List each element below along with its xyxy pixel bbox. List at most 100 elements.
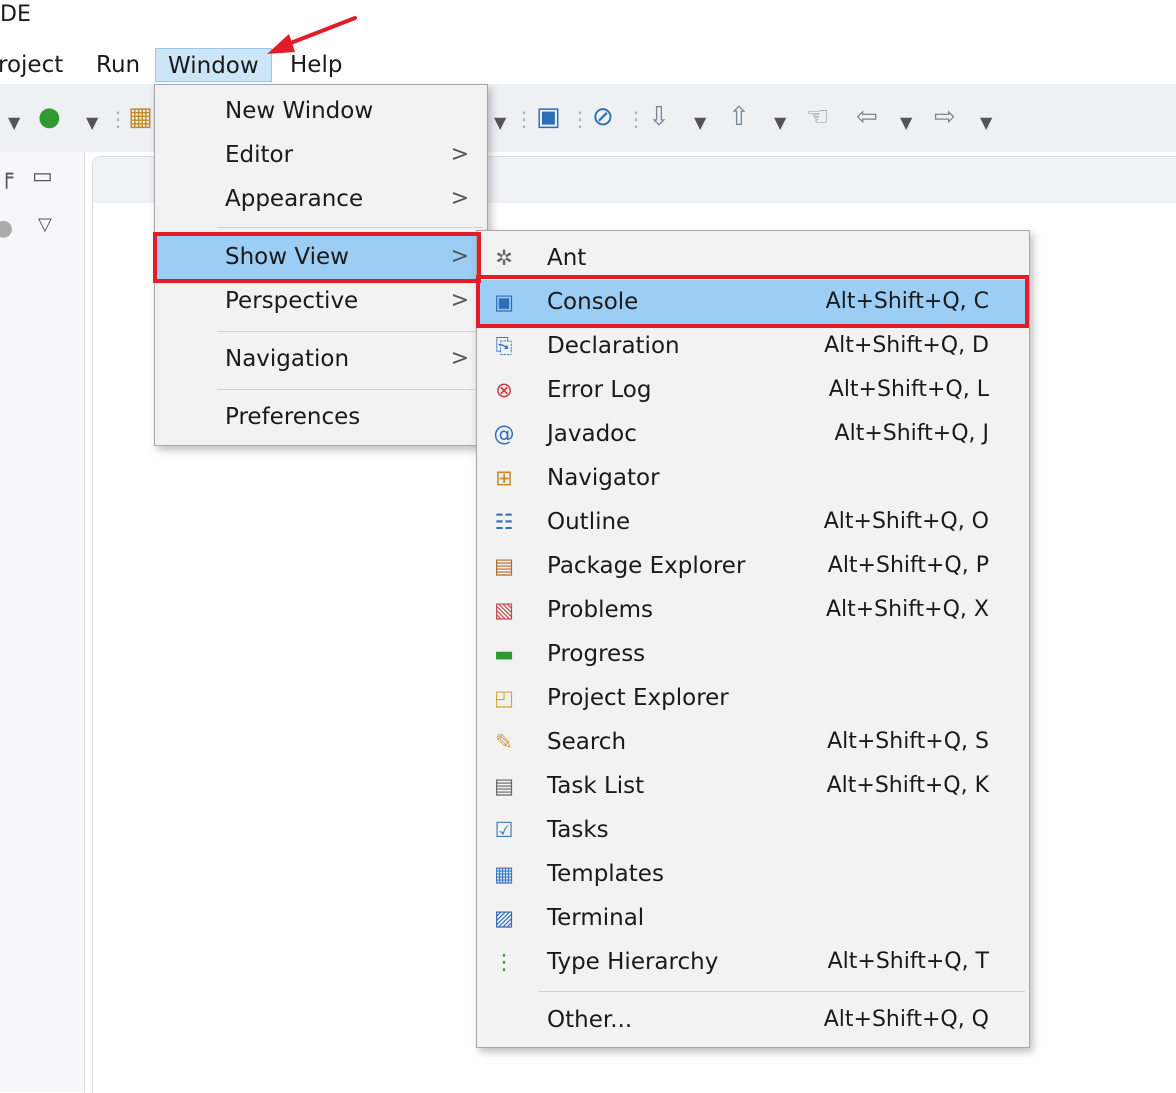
menu-item-navigation[interactable]: Navigation > xyxy=(155,337,487,381)
dropdown-icon[interactable]: ▼ xyxy=(694,108,706,138)
menu-item-label: Editor xyxy=(225,142,294,168)
shortcut-text: Alt+Shift+Q, X xyxy=(825,597,989,622)
menu-item-editor[interactable]: Editor > xyxy=(155,133,487,177)
dot-icon: ● xyxy=(0,216,14,241)
submenu-item-label: Package Explorer xyxy=(547,553,746,579)
menu-item-appearance[interactable]: Appearance > xyxy=(155,177,487,221)
annotation-box-console xyxy=(476,275,1029,328)
outline-icon: ☷ xyxy=(494,510,514,534)
ant-icon: ✲ xyxy=(495,246,513,270)
submenu-item-project-explorer[interactable]: ◰ Project Explorer xyxy=(477,676,1029,720)
menu-item-preferences[interactable]: Preferences xyxy=(155,395,487,439)
back-icon[interactable]: ⇦ xyxy=(856,102,878,132)
submenu-item-ant[interactable]: ✲ Ant xyxy=(477,236,1029,280)
menu-item-label: Perspective xyxy=(225,288,359,314)
forward-icon[interactable]: ⇨ xyxy=(934,102,956,132)
submenu-item-label: Navigator xyxy=(547,465,660,491)
templates-icon: ▦ xyxy=(494,862,514,886)
menu-run[interactable]: Run xyxy=(84,48,152,82)
shortcut-text: Alt+Shift+Q, D xyxy=(824,333,989,358)
submenu-item-label: Other... xyxy=(547,1007,633,1033)
maximize-icon[interactable]: ▭ xyxy=(32,164,53,189)
shortcut-text: Alt+Shift+Q, S xyxy=(827,729,989,754)
progress-icon: ▬ xyxy=(494,642,514,666)
shortcut-text: Alt+Shift+Q, O xyxy=(823,509,989,534)
navigator-icon: ⊞ xyxy=(495,466,513,490)
menu-separator xyxy=(217,227,483,228)
submenu-item-label: Task List xyxy=(547,773,645,799)
window-title: DE xyxy=(0,2,31,27)
menu-project[interactable]: roject xyxy=(0,48,75,82)
submenu-item-javadoc[interactable]: @ Javadoc Alt+Shift+Q, J xyxy=(477,412,1029,456)
submenu-item-progress[interactable]: ▬ Progress xyxy=(477,632,1029,676)
last-edit-icon[interactable]: ☜ xyxy=(806,102,829,132)
dropdown-icon[interactable]: ▼ xyxy=(980,108,992,138)
shortcut-text: Alt+Shift+Q, L xyxy=(828,377,989,402)
submenu-item-search[interactable]: ✎ Search Alt+Shift+Q, S xyxy=(477,720,1029,764)
dropdown-icon[interactable]: ▼ xyxy=(494,108,506,138)
view-menu-icon[interactable]: ▽ xyxy=(38,214,52,235)
dropdown-icon[interactable]: ▼ xyxy=(86,108,98,138)
dropdown-icon[interactable]: ▼ xyxy=(8,108,20,138)
menu-item-label: Preferences xyxy=(225,404,361,430)
submenu-item-label: Progress xyxy=(547,641,646,667)
menu-item-label: Navigation xyxy=(225,346,350,372)
submenu-item-problems[interactable]: ▧ Problems Alt+Shift+Q, X xyxy=(477,588,1029,632)
task-list-icon: ▤ xyxy=(494,774,514,798)
package-icon[interactable]: ▦ xyxy=(128,102,153,132)
problems-icon: ▧ xyxy=(494,598,514,622)
toolbar-separator: ⋮ xyxy=(626,107,646,131)
left-view-panel: ╒ ▭ ● ▽ xyxy=(0,152,85,1092)
type-hierarchy-icon: ⋮ xyxy=(493,950,515,974)
submenu-item-navigator[interactable]: ⊞ Navigator xyxy=(477,456,1029,500)
toolbar-separator: ⋮ xyxy=(570,107,590,131)
submenu-item-templates[interactable]: ▦ Templates xyxy=(477,852,1029,896)
previous-annotation-icon[interactable]: ⇧ xyxy=(728,102,750,132)
chevron-right-icon: > xyxy=(450,288,469,313)
submenu-item-outline[interactable]: ☷ Outline Alt+Shift+Q, O xyxy=(477,500,1029,544)
submenu-item-other[interactable]: Other... Alt+Shift+Q, Q xyxy=(477,998,1029,1042)
pin-icon[interactable]: ⊘ xyxy=(592,102,614,132)
declaration-icon: ⎘ xyxy=(495,334,513,358)
dropdown-icon[interactable]: ▼ xyxy=(774,108,786,138)
dropdown-icon[interactable]: ▼ xyxy=(900,108,912,138)
console-icon[interactable]: ▣ xyxy=(536,102,561,132)
menu-item-perspective[interactable]: Perspective > xyxy=(155,279,487,323)
submenu-item-label: Search xyxy=(547,729,627,755)
menu-item-new-window[interactable]: New Window xyxy=(155,89,487,133)
submenu-item-tasks[interactable]: ☑ Tasks xyxy=(477,808,1029,852)
next-annotation-icon[interactable]: ⇩ xyxy=(648,102,670,132)
annotation-arrow xyxy=(267,16,357,54)
submenu-item-declaration[interactable]: ⎘ Declaration Alt+Shift+Q, D xyxy=(477,324,1029,368)
minimize-icon[interactable]: ╒ xyxy=(0,164,13,189)
package-explorer-icon: ▤ xyxy=(494,554,514,578)
submenu-item-label: Problems xyxy=(547,597,654,623)
menu-item-label: Appearance xyxy=(225,186,364,212)
submenu-item-terminal[interactable]: ▨ Terminal xyxy=(477,896,1029,940)
chevron-right-icon: > xyxy=(450,346,469,371)
submenu-item-task-list[interactable]: ▤ Task List Alt+Shift+Q, K xyxy=(477,764,1029,808)
terminal-icon: ▨ xyxy=(494,906,514,930)
submenu-item-error-log[interactable]: ⊗ Error Log Alt+Shift+Q, L xyxy=(477,368,1029,412)
toolbar-separator: ⋮ xyxy=(108,107,128,131)
project-explorer-icon: ◰ xyxy=(494,686,514,710)
run-icon[interactable]: ● xyxy=(38,102,61,132)
submenu-item-package-explorer[interactable]: ▤ Package Explorer Alt+Shift+Q, P xyxy=(477,544,1029,588)
toolbar-separator: ⋮ xyxy=(514,107,534,131)
annotation-box-show-view xyxy=(153,232,481,283)
submenu-item-type-hierarchy[interactable]: ⋮ Type Hierarchy Alt+Shift+Q, T xyxy=(477,940,1029,984)
menu-bar: roject Run Window Help xyxy=(0,44,1176,84)
shortcut-text: Alt+Shift+Q, P xyxy=(827,553,989,578)
submenu-item-label: Type Hierarchy xyxy=(547,949,719,975)
error-log-icon: ⊗ xyxy=(495,378,513,402)
submenu-item-label: Terminal xyxy=(547,905,645,931)
menu-separator xyxy=(217,331,483,332)
tasks-icon: ☑ xyxy=(494,818,514,842)
submenu-item-label: Declaration xyxy=(547,333,680,359)
javadoc-icon: @ xyxy=(493,422,515,446)
submenu-item-label: Project Explorer xyxy=(547,685,729,711)
shortcut-text: Alt+Shift+Q, J xyxy=(834,421,989,446)
menu-separator xyxy=(217,389,483,390)
search-icon: ✎ xyxy=(495,730,513,754)
show-view-submenu: ✲ Ant ▣ Console Alt+Shift+Q, C ⎘ Declara… xyxy=(476,230,1030,1048)
